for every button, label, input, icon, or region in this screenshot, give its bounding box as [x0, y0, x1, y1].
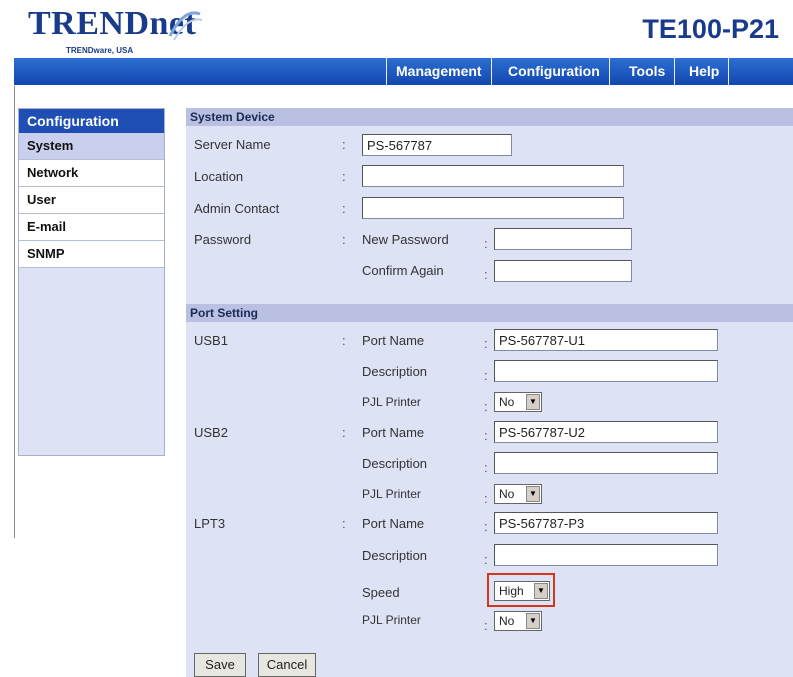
lpt3-speed-select[interactable]: High ▼: [494, 581, 550, 601]
port-usb2-label: USB2: [194, 425, 228, 440]
usb2-port-name-label: Port Name: [362, 425, 425, 440]
dropdown-arrow-icon: ▼: [526, 486, 540, 502]
confirm-again-label: Confirm Again: [362, 263, 444, 278]
admin-contact-input[interactable]: [362, 197, 624, 219]
usb2-description-input[interactable]: [494, 452, 718, 474]
lpt3-port-name-label: Port Name: [362, 516, 425, 531]
password-label: Password: [194, 232, 252, 247]
usb1-port-name-input[interactable]: [494, 329, 718, 351]
sidebar-title: Configuration: [19, 109, 164, 133]
colon: :: [484, 519, 488, 534]
usb2-pjl-value: No: [499, 487, 515, 501]
dropdown-arrow-icon: ▼: [526, 613, 540, 629]
server-name-label: Server Name: [194, 137, 271, 152]
brand-logo: TRENDnet TRENDware, USA: [28, 6, 203, 58]
location-label: Location: [194, 169, 244, 184]
colon: :: [342, 169, 346, 184]
main-panel: System Device Server Name : Location : A…: [186, 108, 793, 677]
colon: :: [342, 232, 346, 247]
confirm-password-input[interactable]: [494, 260, 632, 282]
colon: :: [342, 516, 346, 531]
usb2-pjl-label: PJL Printer: [362, 487, 421, 501]
lpt3-speed-label: Speed: [362, 585, 400, 600]
model-name: TE100-P21: [642, 14, 779, 44]
colon: :: [484, 267, 488, 282]
sidebar-item-user[interactable]: User: [19, 187, 164, 214]
lpt3-pjl-value: No: [499, 614, 515, 628]
usb1-pjl-label: PJL Printer: [362, 395, 421, 409]
logo-subtitle: TRENDware, USA: [66, 46, 134, 55]
sidebar-item-snmp[interactable]: SNMP: [19, 241, 164, 268]
lpt3-speed-value: High: [499, 584, 524, 598]
sidebar-item-system[interactable]: System: [19, 133, 164, 160]
colon: :: [484, 552, 488, 567]
port-lpt3-label: LPT3: [194, 516, 226, 531]
lpt3-description-label: Description: [362, 548, 428, 563]
colon: :: [484, 399, 488, 414]
usb1-description-label: Description: [362, 364, 428, 379]
header: TRENDnet TRENDware, USA TE100-P21 Manage…: [0, 0, 793, 86]
sidebar-item-network[interactable]: Network: [19, 160, 164, 187]
dropdown-arrow-icon: ▼: [526, 394, 540, 410]
usb2-pjl-select[interactable]: No ▼: [494, 484, 542, 504]
usb1-pjl-value: No: [499, 395, 515, 409]
colon: :: [484, 368, 488, 383]
nav-management[interactable]: Management: [386, 58, 492, 85]
nav-configuration[interactable]: Configuration: [499, 58, 610, 85]
colon: :: [342, 425, 346, 440]
dropdown-arrow-icon: ▼: [534, 583, 548, 599]
sidebar-item-email[interactable]: E-mail: [19, 214, 164, 241]
colon: :: [342, 201, 346, 216]
colon: :: [484, 236, 488, 251]
colon: :: [342, 137, 346, 152]
colon: :: [484, 460, 488, 475]
save-button[interactable]: Save: [194, 653, 246, 677]
lpt3-pjl-select[interactable]: No ▼: [494, 611, 542, 631]
top-nav: Management Configuration Tools Help: [14, 58, 793, 85]
colon: :: [484, 428, 488, 443]
section-system-device: System Device: [186, 108, 793, 126]
usb1-pjl-select[interactable]: No ▼: [494, 392, 542, 412]
new-password-input[interactable]: [494, 228, 632, 250]
new-password-label: New Password: [362, 232, 449, 247]
colon: :: [484, 618, 488, 633]
usb1-description-input[interactable]: [494, 360, 718, 382]
admin-contact-label: Admin Contact: [194, 201, 280, 216]
nav-help[interactable]: Help: [680, 58, 730, 85]
logo-swoosh-icon: [168, 11, 203, 41]
server-name-input[interactable]: [362, 134, 512, 156]
colon: :: [342, 333, 346, 348]
port-usb1-label: USB1: [194, 333, 228, 348]
left-divider: [14, 86, 15, 538]
usb2-port-name-input[interactable]: [494, 421, 718, 443]
cancel-button[interactable]: Cancel: [258, 653, 316, 677]
colon: :: [484, 336, 488, 351]
location-input[interactable]: [362, 165, 624, 187]
lpt3-description-input[interactable]: [494, 544, 718, 566]
lpt3-pjl-label: PJL Printer: [362, 613, 421, 627]
colon: :: [484, 491, 488, 506]
usb2-description-label: Description: [362, 456, 428, 471]
sidebar: Configuration System Network User E-mail…: [18, 108, 165, 456]
lpt3-port-name-input[interactable]: [494, 512, 718, 534]
usb1-port-name-label: Port Name: [362, 333, 425, 348]
nav-tools[interactable]: Tools: [620, 58, 676, 85]
section-port-setting: Port Setting: [186, 304, 793, 322]
